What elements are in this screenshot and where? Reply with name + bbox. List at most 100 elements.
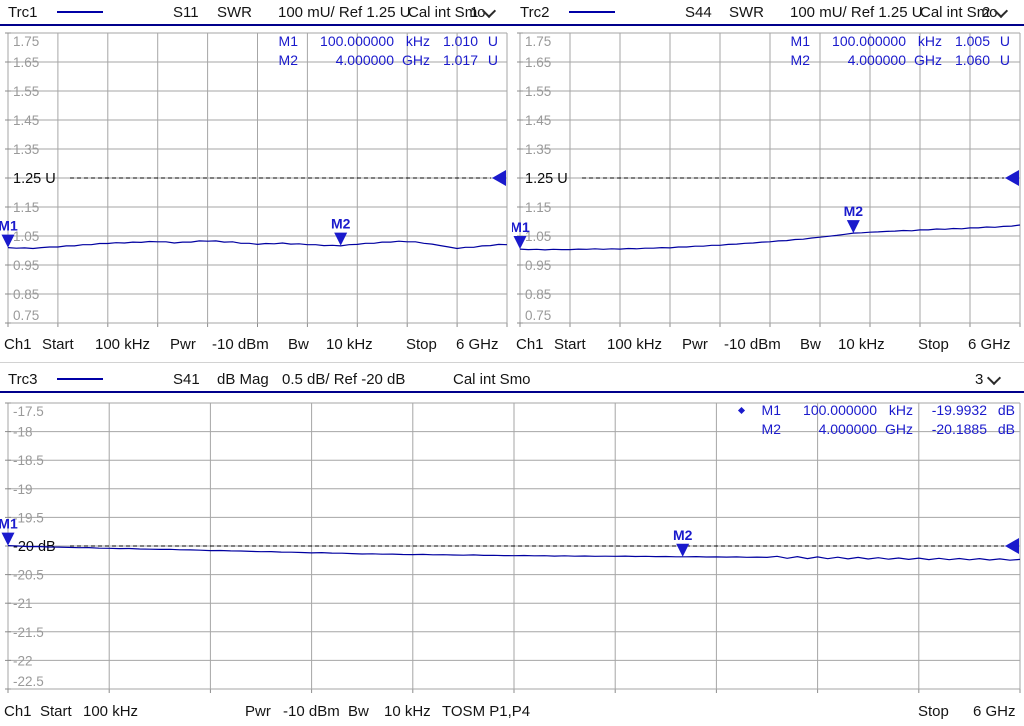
marker-readout-row-m1[interactable]: M1 100.000000 kHz 1.005 U xyxy=(780,32,1010,51)
start-value[interactable]: 100 kHz xyxy=(607,330,662,360)
marker-value: -19.9932 xyxy=(931,402,987,418)
channel-statusbar-2: Ch1 Start 100 kHz Pwr -10 dBm Bw 10 kHz Stop 6 G… xyxy=(512,330,1024,360)
channel-select-number[interactable]: 3 xyxy=(975,370,983,389)
marker-label-m2: M2 xyxy=(844,203,864,219)
y-axis-tick-label: 0.75 xyxy=(13,308,39,323)
marker-name: M2 xyxy=(761,421,781,437)
stop-label: Stop xyxy=(406,336,437,353)
trace-panel-2: Trc2 S44 SWR 100 mU/ Ref 1.25 U Cal int Smo 2… xyxy=(512,0,1024,360)
trace-color-swatch xyxy=(57,11,103,13)
marker-value-unit: U xyxy=(487,33,498,49)
plot-area-3: -17.5 -18 -18.5 -19 -19.5 -20 dB -20.5 -21 -21.5… xyxy=(0,393,1024,698)
y-axis-tick-label: 1.15 xyxy=(525,200,551,215)
y-axis-tick-label: 1.75 xyxy=(13,34,39,49)
power-value[interactable]: -10 dBm xyxy=(283,698,340,726)
marker-triangle-m2[interactable] xyxy=(334,232,348,246)
trace-name-label[interactable]: Trc3 xyxy=(8,370,37,389)
marker-readout-3: M1 100.000000 kHz -19.9932 dB M2 4.000000 GHz -2… xyxy=(737,401,1015,439)
vna-application-screen: { "colors": { "background": "#ffffff", "… xyxy=(0,0,1024,725)
trace-header-1: Trc1 S11 SWR 100 mU/ Ref 1.25 U Cal int Smo 1 xyxy=(0,0,512,26)
trace-format-label: SWR xyxy=(729,4,764,21)
bandwidth-value[interactable]: 10 kHz xyxy=(838,330,885,360)
marker-value-unit: U xyxy=(999,52,1010,68)
marker-value: -20.1885 xyxy=(931,421,987,437)
ref-level-arrow[interactable] xyxy=(1005,170,1019,186)
stop-value[interactable]: 6 GHz xyxy=(456,330,499,360)
y-axis-tick-label: -21 xyxy=(13,596,33,611)
channel-select-number[interactable]: 2 xyxy=(982,3,990,22)
marker-readout-row-m1[interactable]: M1 100.000000 kHz 1.010 U xyxy=(268,32,498,51)
marker-name: M2 xyxy=(790,52,810,68)
ref-level-arrow[interactable] xyxy=(492,170,506,186)
s-parameter-label: S11 xyxy=(173,4,199,21)
marker-triangle-m2[interactable] xyxy=(676,543,690,557)
marker-readout-2: M1 100.000000 kHz 1.005 U M2 4.000000 GHz 1.060 U xyxy=(780,32,1010,70)
start-label: Start xyxy=(40,703,72,720)
marker-readout-row-m2[interactable]: M2 4.000000 GHz -20.1885 dB xyxy=(751,420,1015,439)
trace-color-swatch xyxy=(569,11,615,13)
marker-triangle-m2[interactable] xyxy=(846,220,860,234)
cal-smo-status-label: Cal int Smo xyxy=(453,371,531,388)
bandwidth-value[interactable]: 10 kHz xyxy=(384,698,431,726)
bandwidth-label: Bw xyxy=(348,703,369,720)
ref-level-arrow[interactable] xyxy=(1005,538,1019,554)
trace-header-3: Trc3 S41 dB Mag 0.5 dB/ Ref -20 dB Cal int S… xyxy=(0,363,1024,393)
marker-label-m2: M2 xyxy=(673,527,693,543)
marker-name: M1 xyxy=(737,401,781,420)
marker-name: M1 xyxy=(790,33,810,49)
marker-value-unit: dB xyxy=(997,402,1015,418)
y-axis-tick-label: 1.45 xyxy=(13,113,39,128)
marker-frequency: 100.000000 xyxy=(320,33,394,49)
start-value[interactable]: 100 kHz xyxy=(95,330,150,360)
y-axis-tick-label: 1.65 xyxy=(525,55,551,70)
stop-value[interactable]: 6 GHz xyxy=(973,698,1016,726)
marker-value-unit: U xyxy=(999,33,1010,49)
channel-label: Ch1 xyxy=(516,336,544,353)
y-axis-tick-label: 1.65 xyxy=(13,55,39,70)
trace-scale-label: 100 mU/ Ref 1.25 U xyxy=(278,4,411,21)
bandwidth-value[interactable]: 10 kHz xyxy=(326,330,373,360)
marker-value: 1.060 xyxy=(954,52,990,68)
y-axis-tick-label: 1.35 xyxy=(525,142,551,157)
marker-frequency-unit: GHz xyxy=(402,52,430,68)
bandwidth-label: Bw xyxy=(288,336,309,353)
s-parameter-label: S44 xyxy=(685,4,712,21)
marker-label-m1: M1 xyxy=(0,516,18,532)
marker-name: M1 xyxy=(278,33,298,49)
marker-readout-row-m2[interactable]: M2 4.000000 GHz 1.060 U xyxy=(780,51,1010,70)
trace-name-label[interactable]: Trc1 xyxy=(8,3,37,22)
y-axis-tick-label: 0.85 xyxy=(525,287,551,302)
channel-statusbar-3: Ch1 Start 100 kHz Pwr -10 dBm Bw 10 kHz TOSM P1… xyxy=(0,698,1024,726)
power-value[interactable]: -10 dBm xyxy=(724,330,781,360)
start-label: Start xyxy=(554,336,586,353)
marker-frequency-unit: GHz xyxy=(914,52,942,68)
s-parameter-label: S41 xyxy=(173,371,200,388)
stop-value[interactable]: 6 GHz xyxy=(968,330,1011,360)
y-axis-tick-label: -22.5 xyxy=(13,674,44,689)
chevron-down-icon[interactable] xyxy=(986,370,1002,386)
y-axis-tick-label: -20.5 xyxy=(13,568,44,583)
marker-frequency: 4.000000 xyxy=(818,421,877,437)
channel-select-number[interactable]: 1 xyxy=(470,3,478,22)
marker-value-unit: U xyxy=(487,52,498,68)
marker-readout-row-m1[interactable]: M1 100.000000 kHz -19.9932 dB xyxy=(737,401,1015,420)
channel-label: Ch1 xyxy=(4,703,32,720)
y-axis-tick-label: -17.5 xyxy=(13,404,44,419)
y-axis-tick-label: 0.95 xyxy=(13,258,39,273)
power-label: Pwr xyxy=(682,336,708,353)
marker-label-m1: M1 xyxy=(0,218,18,234)
marker-label-m1: M1 xyxy=(512,219,530,235)
power-value[interactable]: -10 dBm xyxy=(212,330,269,360)
start-value[interactable]: 100 kHz xyxy=(83,698,138,726)
stop-label: Stop xyxy=(918,703,949,720)
trace-name-label[interactable]: Trc2 xyxy=(520,3,549,22)
trace-panel-3: Trc3 S41 dB Mag 0.5 dB/ Ref -20 dB Cal int S… xyxy=(0,362,1024,726)
plot-area-1: 1.75 1.65 1.55 1.45 1.35 1.25 U 1.15 1.05 0.95 0.… xyxy=(0,26,512,330)
plot-grid xyxy=(5,402,1021,693)
trace-scale-label: 100 mU/ Ref 1.25 U xyxy=(790,4,923,21)
marker-readout-1: M1 100.000000 kHz 1.010 U M2 4.000000 GHz 1.017 U xyxy=(268,32,498,70)
marker-readout-row-m2[interactable]: M2 4.000000 GHz 1.017 U xyxy=(268,51,498,70)
marker-value-unit: dB xyxy=(997,421,1015,437)
y-axis-tick-label: 0.95 xyxy=(525,258,551,273)
y-axis-tick-label: 0.75 xyxy=(525,308,551,323)
